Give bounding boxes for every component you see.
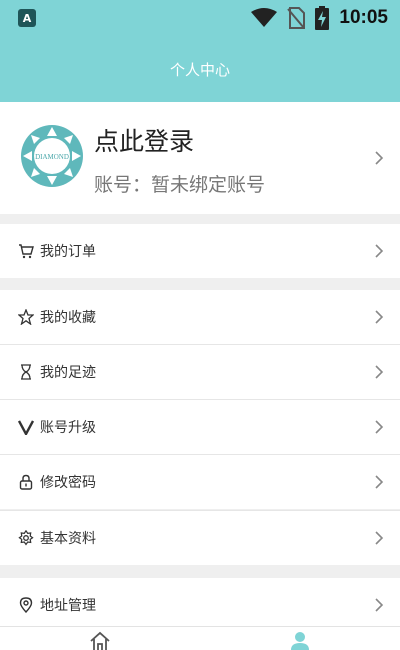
chevron-right-icon — [375, 475, 384, 489]
login-prompt[interactable]: 点此登录 — [94, 122, 194, 158]
menu-item-label: 我的收藏 — [40, 310, 96, 326]
location-pin-icon — [18, 597, 34, 613]
menu-item-label: 地址管理 — [40, 598, 96, 614]
svg-text:DIAMOND: DIAMOND — [35, 153, 69, 161]
home-icon — [90, 631, 110, 650]
menu-item-address[interactable]: 地址管理 — [0, 578, 400, 632]
menu-item-label: 我的订单 — [40, 244, 96, 260]
status-bar: A 10:05 — [0, 0, 400, 36]
cart-icon — [18, 243, 34, 259]
chevron-right-icon — [375, 151, 384, 165]
avatar: DIAMOND — [19, 123, 85, 189]
page-title: 个人中心 — [169, 60, 230, 79]
chevron-right-icon — [375, 365, 384, 379]
chevron-right-icon — [375, 531, 384, 545]
menu-item-favorites[interactable]: 我的收藏 — [0, 290, 400, 344]
clock: 10:05 — [339, 7, 388, 28]
battery-charging-icon — [315, 6, 330, 30]
menu-item-upgrade[interactable]: 账号升级 — [0, 400, 400, 454]
account-status: 账号：暂未绑定账号 — [94, 174, 266, 196]
hourglass-icon — [18, 364, 34, 380]
app-notification-icon: A — [18, 9, 36, 27]
menu-item-label: 账号升级 — [40, 420, 96, 436]
chevron-right-icon — [375, 598, 384, 612]
tab-user[interactable] — [200, 627, 400, 650]
menu-item-profile-info[interactable]: 基本资料 — [0, 511, 400, 565]
lock-icon — [18, 474, 34, 490]
chevron-right-icon — [375, 310, 384, 324]
login-card[interactable]: DIAMOND 点此登录 账号：暂未绑定账号 — [0, 102, 400, 214]
v-icon — [18, 419, 34, 435]
no-sim-icon — [287, 7, 306, 29]
tab-home[interactable] — [0, 627, 200, 650]
app-header: 个人中心 — [0, 36, 400, 102]
menu-item-orders[interactable]: 我的订单 — [0, 224, 400, 278]
user-icon — [291, 632, 309, 650]
chevron-right-icon — [375, 420, 384, 434]
gear-flower-icon — [18, 530, 34, 546]
wifi-icon — [251, 8, 278, 27]
bottom-tab-bar — [0, 626, 400, 650]
chevron-right-icon — [375, 244, 384, 258]
menu-item-history[interactable]: 我的足迹 — [0, 345, 400, 399]
menu-item-change-password[interactable]: 修改密码 — [0, 455, 400, 509]
menu-item-label: 基本资料 — [40, 531, 96, 547]
menu-item-label: 修改密码 — [40, 475, 96, 491]
menu-item-label: 我的足迹 — [40, 365, 96, 381]
star-icon — [18, 309, 34, 325]
